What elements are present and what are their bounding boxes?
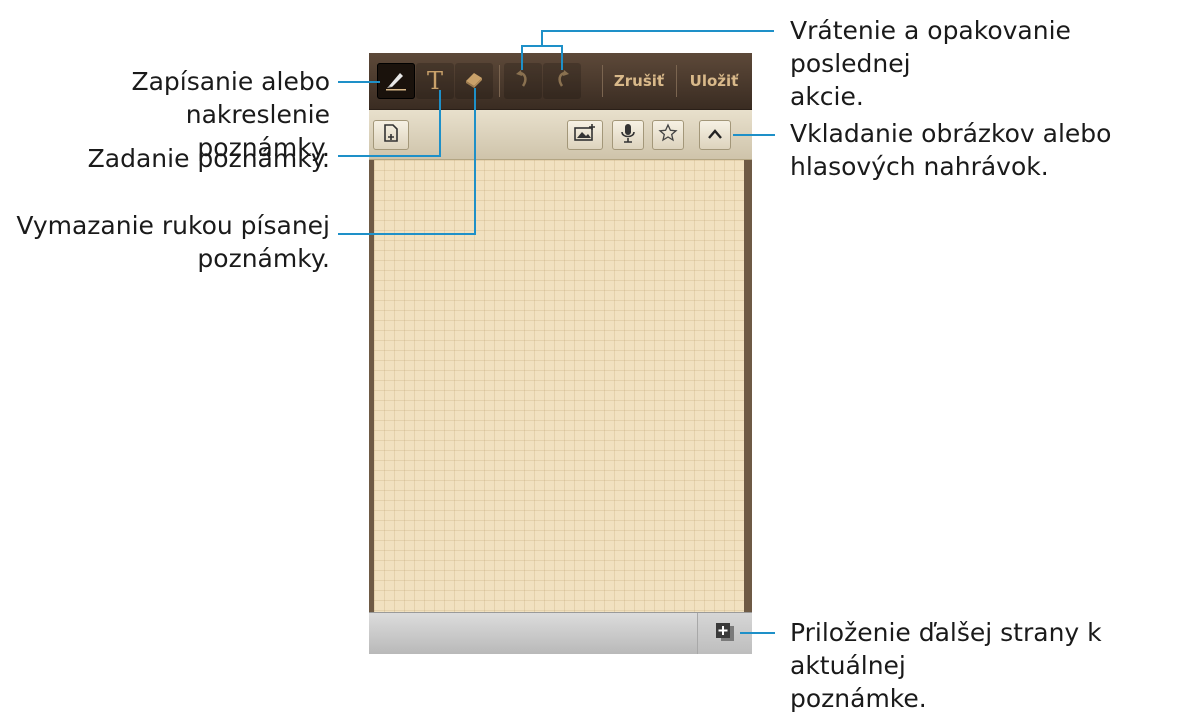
undo-button[interactable] [504,63,542,99]
favorite-button[interactable] [652,120,684,150]
callout-undo-redo-line2: akcie. [790,82,864,111]
page-settings-button[interactable] [373,120,409,150]
callout-undo-redo-line1: Vrátenie a opakovanie poslednej [790,16,1071,78]
callout-add-page-line1: Priloženie ďalšej strany k aktuálnej [790,618,1102,680]
memo-bottombar [369,612,752,654]
callout-eraser-line1: Vymazanie rukou písanej [16,211,330,240]
voice-record-button[interactable] [612,120,644,150]
callout-eraser: Vymazanie rukou písanej poznámky. [0,209,330,275]
callout-insert-line1: Vkladanie obrázkov alebo [790,119,1112,148]
memo-screen: T Zrušiť Uložiť [369,53,752,654]
callout-pen-line1: Zapísanie alebo nakreslenie [131,67,330,129]
save-button[interactable]: Uložiť [682,65,746,97]
insert-image-button[interactable] [567,120,603,150]
leader-text-h [338,155,441,157]
callout-insert: Vkladanie obrázkov alebo hlasových nahrá… [790,117,1188,183]
leader-pen [338,81,380,83]
leader-redo-v [561,45,563,70]
microphone-icon [619,122,637,148]
callout-add-page-line2: poznámke. [790,684,927,713]
memo-subbar [369,110,752,160]
callout-text-line1: Zadanie poznámky. [87,144,330,173]
callout-eraser-line2: poznámky. [197,244,330,273]
leader-undo-v [521,45,523,70]
insert-image-icon [573,123,597,147]
toolbar-divider [499,65,500,97]
pen-tool-button[interactable] [377,63,415,99]
add-page-icon [714,621,736,647]
callout-insert-line2: hlasových nahrávok. [790,152,1049,181]
leader-undoredo-top-h [541,30,774,32]
star-icon [658,123,678,147]
toolbar-divider [602,65,603,97]
collapse-button[interactable] [699,120,731,150]
leader-insert [733,134,775,136]
leader-add-page [740,632,775,634]
leader-text-v [439,90,441,157]
leader-eraser-h [338,233,476,235]
page-settings-icon [380,122,402,148]
callout-text: Zadanie poznámky. [0,142,330,175]
chevron-up-icon [706,126,724,145]
pen-icon [384,67,408,95]
undo-icon [512,68,534,94]
cancel-button[interactable]: Zrušiť [609,65,669,97]
callout-add-page: Priloženie ďalšej strany k aktuálnej poz… [790,616,1188,715]
callout-undo-redo: Vrátenie a opakovanie poslednej akcie. [790,14,1188,113]
leader-undoredo-top-v [541,30,543,46]
memo-canvas[interactable] [374,160,744,612]
text-tool-button[interactable]: T [416,63,454,99]
redo-icon [551,68,573,94]
leader-eraser-v [474,88,476,235]
toolbar-divider [676,65,677,97]
